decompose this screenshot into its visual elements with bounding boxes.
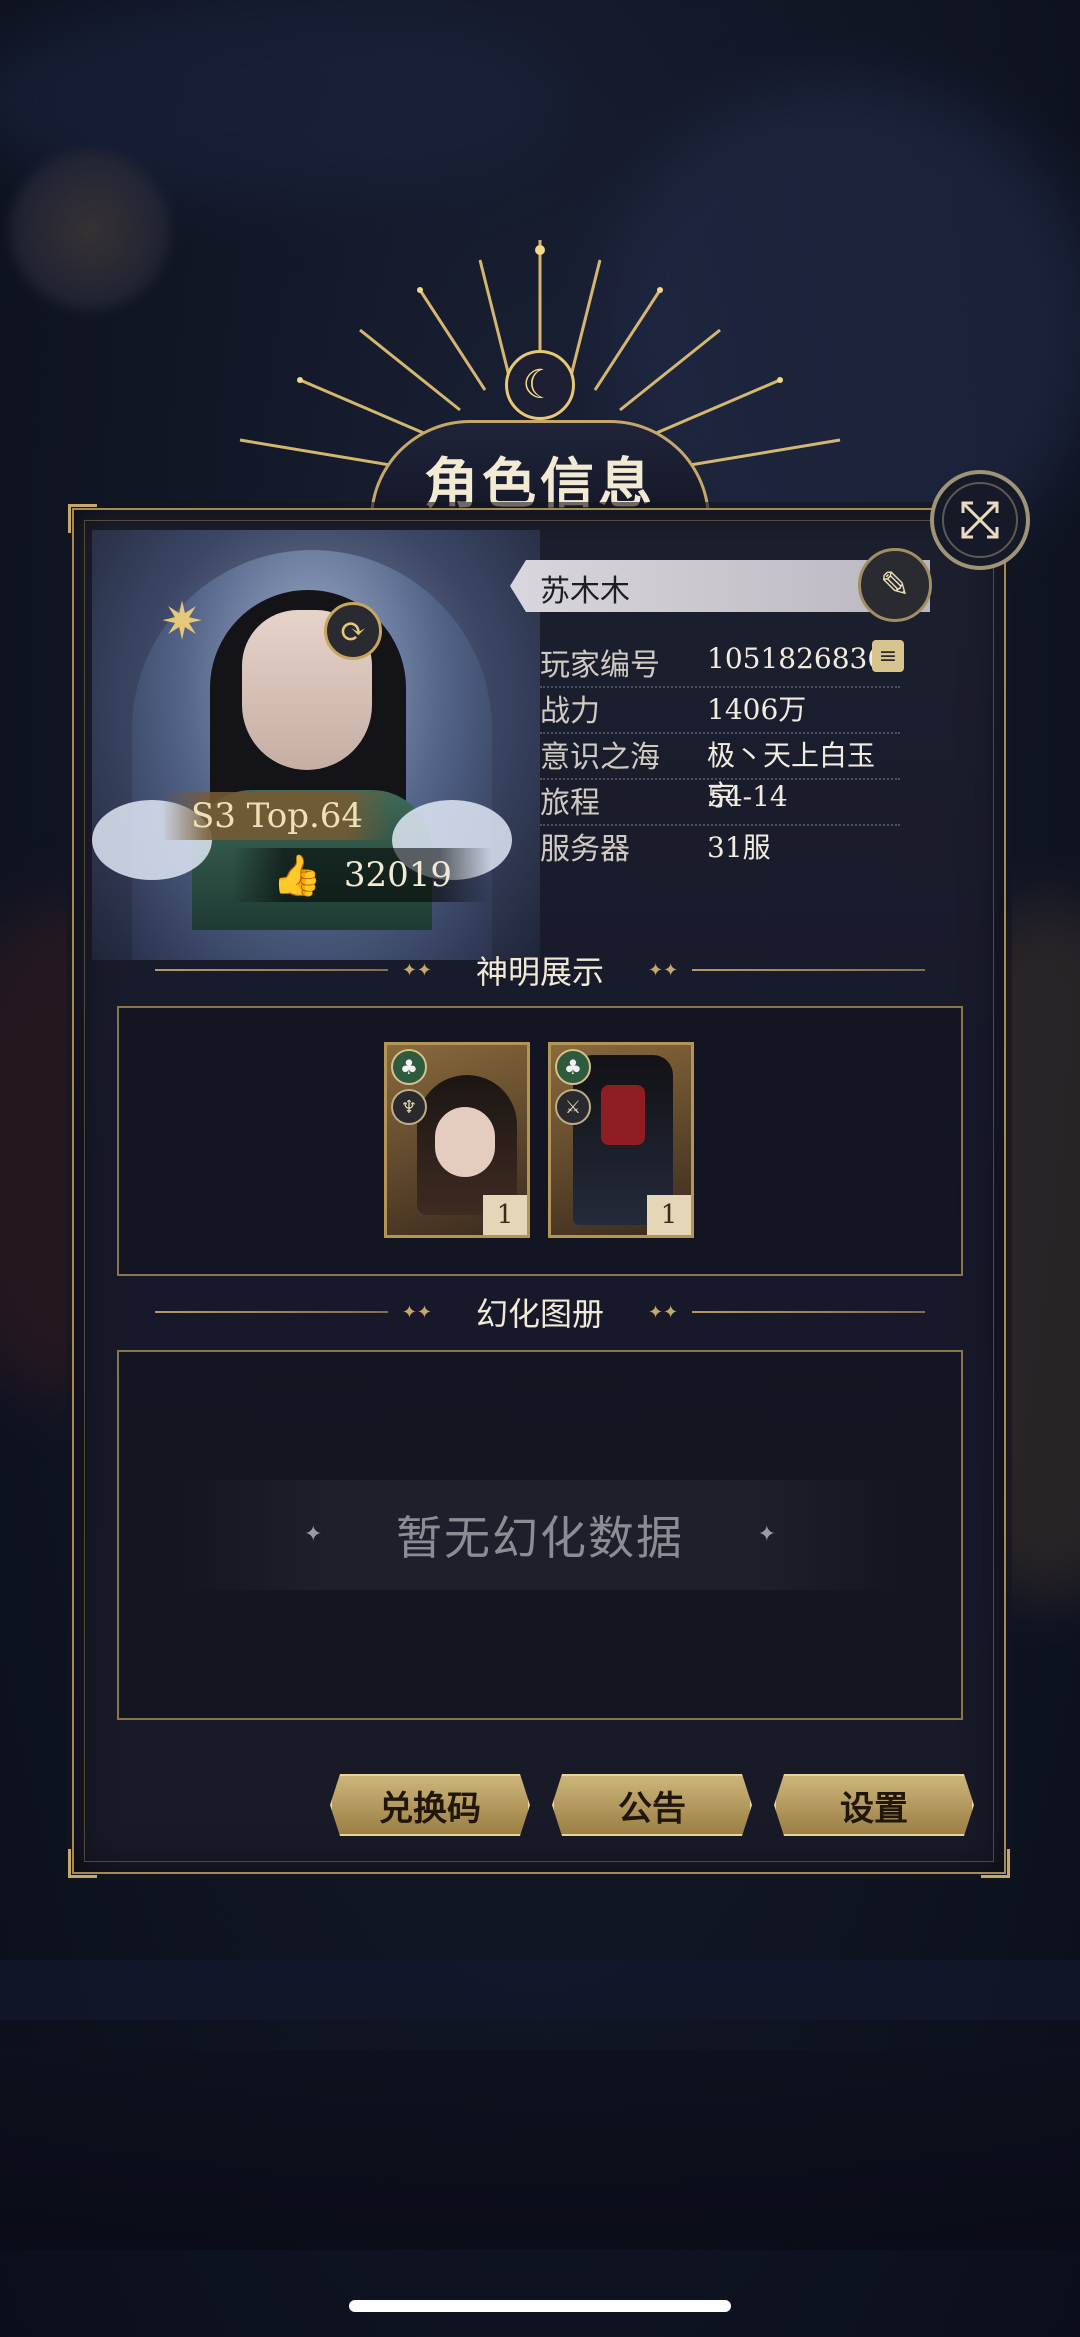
info-label: 战力	[540, 694, 600, 729]
divider	[155, 1311, 388, 1313]
card-art-face	[435, 1107, 495, 1177]
club-icon: ♣	[555, 1049, 591, 1085]
gods-frame	[117, 1006, 963, 1276]
close-icon	[961, 501, 999, 539]
settings-button[interactable]: 设置	[774, 1774, 974, 1836]
divider	[692, 1311, 926, 1313]
info-label: 服务器	[540, 832, 630, 867]
redeem-code-button[interactable]: 兑换码	[330, 1774, 530, 1836]
moon-emblem-icon: ☾	[505, 350, 575, 420]
god-card[interactable]: ♣ ♆ 1	[384, 1042, 530, 1238]
refresh-icon[interactable]: ⟳	[324, 602, 382, 660]
info-label: 旅程	[540, 786, 600, 821]
info-row-sea: 意识之海 极丶天上白玉京	[540, 732, 900, 812]
info-row-journey: 旅程 54-14	[540, 778, 900, 826]
card-art-mask	[601, 1085, 645, 1145]
title-plate: 角色信息	[370, 420, 710, 520]
divider	[155, 969, 388, 971]
copy-id-icon[interactable]: ≡	[872, 640, 904, 672]
notice-button[interactable]: 公告	[552, 1774, 752, 1836]
sparkle-icon: ✦✦	[401, 1301, 432, 1323]
empty-state-banner: ✦ 暂无幻化数据 ✦	[180, 1480, 900, 1590]
page-title: 角色信息	[424, 451, 656, 515]
info-row-player-id: 玩家编号 10518268368	[540, 640, 903, 688]
corner-ornament	[68, 1849, 97, 1878]
sparkle-icon: ✦✦	[648, 1301, 679, 1323]
likes-count: 32019	[343, 855, 452, 895]
close-button[interactable]	[930, 470, 1030, 570]
rank-badge: S3 Top.64	[162, 792, 392, 840]
section-header-gods: ✦✦ 神明展示 ✦✦	[155, 948, 926, 992]
empty-state-text: 暂无幻化数据	[396, 1511, 684, 1565]
sparkle-icon: ✦✦	[401, 959, 432, 981]
card-level: 1	[483, 1195, 527, 1235]
rune-icon: ♆	[391, 1089, 427, 1125]
divider	[692, 969, 926, 971]
info-label: 意识之海	[540, 740, 660, 775]
sparkle-icon: ✦✦	[648, 959, 679, 981]
quill-icon: ✎	[879, 564, 911, 606]
crossed-swords-icon: ⚔	[555, 1089, 591, 1125]
info-value: 31服	[707, 831, 771, 864]
character-portrait[interactable]: ✷ ⟳ S3 Top.64 👍 32019	[92, 530, 540, 960]
corner-ornament	[68, 504, 97, 533]
likes-counter[interactable]: 👍 32019	[232, 848, 492, 902]
info-value: 1406万	[707, 693, 807, 726]
info-label: 玩家编号	[540, 648, 660, 683]
diamond-icon: ✦	[304, 1522, 323, 1547]
section-title: 神明展示	[476, 953, 605, 991]
section-title: 幻化图册	[476, 1295, 605, 1333]
diamond-icon: ✦	[757, 1522, 776, 1547]
thumbs-up-icon: 👍	[272, 852, 322, 899]
compass-icon: ✷	[160, 592, 204, 652]
club-icon: ♣	[391, 1049, 427, 1085]
player-name: 苏木木	[540, 574, 630, 609]
info-row-server: 服务器 31服	[540, 824, 900, 870]
info-value: 54-14	[707, 780, 788, 813]
edit-name-button[interactable]: ✎	[858, 548, 932, 622]
god-card[interactable]: ♣ ⚔ 1	[548, 1042, 694, 1238]
info-row-power: 战力 1406万	[540, 686, 900, 734]
corner-ornament	[981, 1849, 1010, 1878]
card-level: 1	[647, 1195, 691, 1235]
section-header-illusion: ✦✦ 幻化图册 ✦✦	[155, 1290, 926, 1334]
home-indicator[interactable]	[349, 2300, 731, 2312]
